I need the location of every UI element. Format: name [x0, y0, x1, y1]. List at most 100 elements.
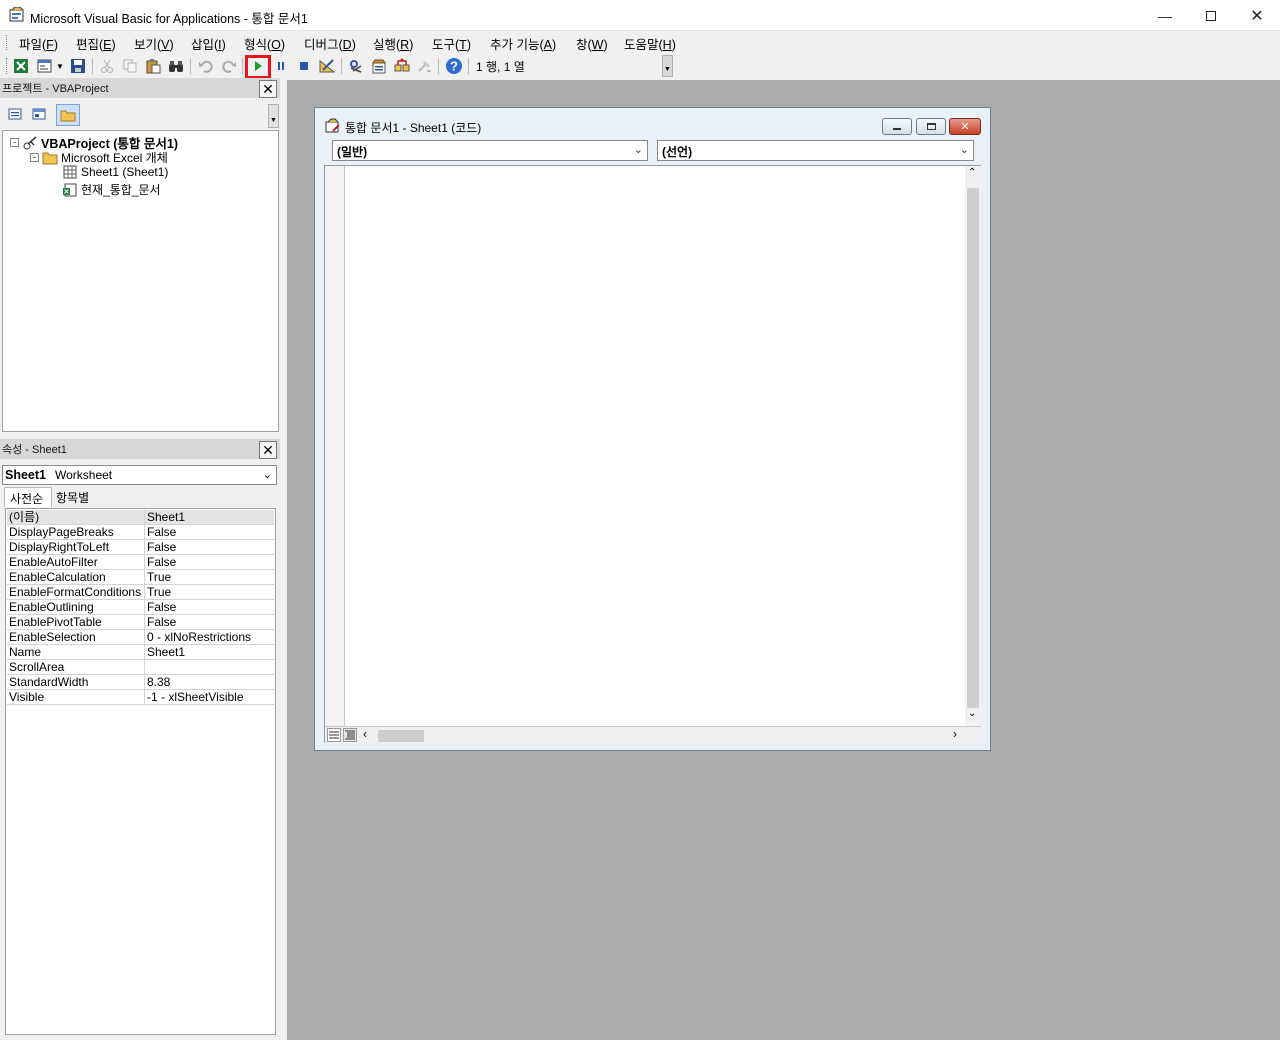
property-row[interactable]: EnableFormatConditions True — [7, 585, 274, 600]
view-excel-button[interactable] — [11, 56, 31, 76]
property-value: Sheet1 — [147, 645, 186, 659]
menu-debug[interactable]: 디버그(D) — [304, 34, 356, 53]
collapse-icon[interactable]: - — [30, 153, 39, 162]
property-row[interactable]: Name Sheet1 — [7, 645, 274, 660]
toolbar-separator — [92, 58, 93, 74]
code-close-button[interactable]: ✕ — [949, 118, 981, 135]
object-select[interactable]: Sheet1 Worksheet ⌄ — [2, 465, 277, 485]
object-browser-icon — [394, 58, 410, 72]
project-explorer-button[interactable] — [346, 56, 366, 76]
object-browser-button[interactable] — [392, 56, 412, 76]
scroll-up-icon[interactable]: ⌃ — [968, 167, 976, 178]
close-button[interactable]: ✕ — [1234, 0, 1280, 31]
menu-view[interactable]: 보기(V) — [134, 34, 174, 53]
find-button[interactable] — [166, 56, 186, 76]
menu-format[interactable]: 형식(O) — [244, 34, 285, 53]
cut-button[interactable] — [97, 56, 117, 76]
menu-help[interactable]: 도움말(H) — [624, 34, 676, 53]
help-button[interactable]: ? — [444, 56, 464, 76]
property-row[interactable]: EnableCalculation True — [7, 570, 274, 585]
paste-button[interactable] — [143, 56, 163, 76]
view-object-button[interactable] — [31, 106, 49, 124]
menu-run[interactable]: 실행(R) — [373, 34, 413, 53]
property-value: 0 - xlNoRestrictions — [147, 630, 252, 644]
property-row[interactable]: EnableSelection 0 - xlNoRestrictions — [7, 630, 274, 645]
code-margin-indicator-bar[interactable] — [325, 166, 345, 726]
procedure-view-button[interactable] — [327, 728, 341, 742]
maximize-button[interactable] — [1188, 0, 1234, 31]
full-module-view-button[interactable] — [343, 728, 357, 742]
menu-window[interactable]: 창(W) — [576, 34, 608, 53]
code-editor[interactable]: ⌃ ⌄ ‹ › — [324, 165, 981, 743]
procedure-view-icon — [329, 731, 339, 739]
maximize-icon — [1206, 10, 1216, 21]
menu-file[interactable]: 파일(F) — [19, 34, 58, 53]
property-row[interactable]: Visible -1 - xlSheetVisible — [7, 690, 274, 705]
object-combo[interactable]: (일반) ⌄ — [332, 140, 648, 161]
tree-node-thisworkbook[interactable]: 현재_통합_문서 — [62, 181, 161, 198]
property-row[interactable]: EnableAutoFilter False — [7, 555, 274, 570]
folder-icon — [60, 110, 76, 122]
property-row[interactable]: EnableOutlining False — [7, 600, 274, 615]
property-row[interactable]: StandardWidth 8.38 — [7, 675, 274, 690]
tree-node-excel-objects[interactable]: - Microsoft Excel 개체 — [30, 149, 168, 166]
pause-icon — [278, 62, 284, 70]
properties-window-button[interactable] — [369, 56, 389, 76]
save-button[interactable] — [68, 56, 88, 76]
property-row[interactable]: ScrollArea — [7, 660, 274, 675]
userform-icon — [37, 59, 52, 73]
menu-grip[interactable] — [6, 35, 9, 50]
design-mode-button[interactable] — [317, 56, 337, 76]
copy-button[interactable] — [120, 56, 140, 76]
scroll-right-icon[interactable]: › — [953, 727, 957, 741]
full-module-view-icon — [345, 730, 355, 740]
project-explorer-icon — [350, 60, 362, 73]
project-panel-close-button[interactable]: ✕ — [259, 80, 277, 98]
project-toolbar-options[interactable]: ▼ — [268, 104, 279, 128]
property-row[interactable]: DisplayRightToLeft False — [7, 540, 274, 555]
property-row[interactable]: EnablePivotTable False — [7, 615, 274, 630]
menu-tools[interactable]: 도구(T) — [432, 34, 471, 53]
break-button[interactable] — [271, 56, 291, 76]
project-panel-title: 프로젝트 - VBAProject — [2, 83, 109, 95]
properties-panel-close-button[interactable]: ✕ — [259, 441, 277, 459]
collapse-icon[interactable]: - — [10, 138, 19, 147]
property-row[interactable]: (이름) Sheet1 — [7, 510, 274, 525]
scroll-down-icon[interactable]: ⌄ — [968, 708, 976, 719]
view-code-button[interactable] — [7, 106, 25, 124]
reset-button[interactable] — [294, 56, 314, 76]
vertical-scroll-thumb[interactable] — [967, 188, 979, 708]
insert-userform-button[interactable] — [35, 56, 55, 76]
toggle-folders-button[interactable] — [56, 104, 80, 126]
toolbox-button[interactable] — [415, 56, 435, 76]
scroll-left-icon[interactable]: ‹ — [363, 727, 367, 741]
property-row[interactable]: DisplayPageBreaks False — [7, 525, 274, 540]
redo-button[interactable] — [219, 56, 239, 76]
toolbar-grip[interactable] — [6, 58, 9, 74]
menu-bar: 파일(F) 편집(E) 보기(V) 삽입(I) 형식(O) 디버그(D) 실행(… — [0, 31, 1280, 53]
horizontal-scroll-thumb[interactable] — [378, 730, 424, 742]
code-window: 통합 문서1 - Sheet1 (코드) ✕ (일반) ⌄ (선언) ⌄ ⌃ ⌄… — [314, 107, 991, 751]
procedure-combo[interactable]: (선언) ⌄ — [657, 140, 974, 161]
insert-dropdown-arrow[interactable]: ▼ — [55, 56, 65, 76]
undo-button[interactable] — [196, 56, 216, 76]
minimize-button[interactable]: — — [1142, 0, 1188, 31]
menu-addins[interactable]: 추가 기능(A) — [490, 34, 556, 53]
toolbar-options-button[interactable]: ▼ — [662, 55, 673, 77]
property-name: StandardWidth — [9, 675, 145, 690]
menu-edit[interactable]: 편집(E) — [76, 34, 116, 53]
dropdown-arrow-icon: ▼ — [56, 61, 64, 71]
tab-alphabetic[interactable]: 사전순 — [4, 487, 52, 507]
code-minimize-button[interactable] — [882, 118, 912, 135]
tree-node-sheet1[interactable]: Sheet1 (Sheet1) — [62, 165, 168, 179]
help-icon: ? — [446, 58, 462, 74]
code-window-icon — [325, 118, 341, 134]
toolbar-separator — [438, 58, 439, 74]
property-name: DisplayRightToLeft — [9, 540, 145, 555]
code-restore-button[interactable] — [916, 118, 946, 135]
property-name: ScrollArea — [9, 660, 145, 675]
property-name: Visible — [9, 690, 145, 705]
menu-insert[interactable]: 삽입(I) — [191, 34, 226, 53]
view-code-icon — [8, 108, 22, 120]
tab-categorized[interactable]: 항목별 — [52, 489, 98, 507]
